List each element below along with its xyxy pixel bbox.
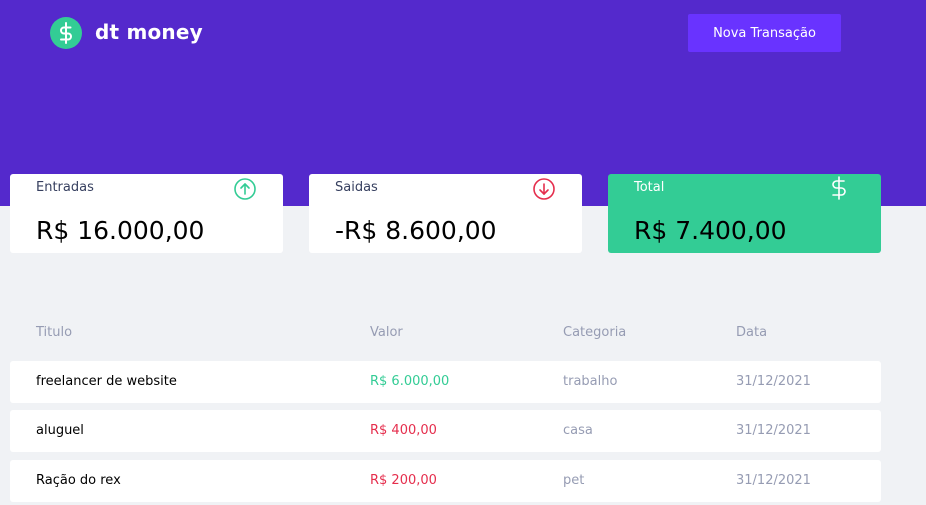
income-value: R$ 16.000,00 xyxy=(36,216,205,245)
column-header-category: Categoria xyxy=(563,325,627,340)
income-label: Entradas xyxy=(36,180,94,195)
dollar-sign-icon xyxy=(60,22,72,44)
new-transaction-button[interactable]: Nova Transação xyxy=(688,14,841,52)
transaction-amount: R$ 200,00 xyxy=(370,473,437,488)
outcome-card: Saidas -R$ 8.600,00 xyxy=(309,174,582,253)
transaction-date: 31/12/2021 xyxy=(736,374,811,389)
outcome-label: Saidas xyxy=(335,180,378,195)
transaction-title: freelancer de website xyxy=(36,374,177,389)
column-header-amount: Valor xyxy=(370,325,403,340)
outcome-value: -R$ 8.600,00 xyxy=(335,216,497,245)
logo-text: dt money xyxy=(95,20,203,44)
transaction-amount: R$ 400,00 xyxy=(370,423,437,438)
transaction-date: 31/12/2021 xyxy=(736,473,811,488)
table-row[interactable]: Ração do rex R$ 200,00 pet 31/12/2021 xyxy=(10,460,881,502)
dollar-sign-icon xyxy=(832,176,846,200)
transaction-title: Ração do rex xyxy=(36,473,121,488)
column-header-date: Data xyxy=(736,325,768,340)
transaction-category: pet xyxy=(563,473,585,488)
table-row[interactable]: freelancer de website R$ 6.000,00 trabal… xyxy=(10,361,881,403)
transaction-category: casa xyxy=(563,423,593,438)
logo-icon xyxy=(50,17,82,49)
transaction-category: trabalho xyxy=(563,374,618,389)
column-header-title: Titulo xyxy=(36,325,73,340)
transaction-amount: R$ 6.000,00 xyxy=(370,374,450,389)
transaction-title: aluguel xyxy=(36,423,84,438)
arrow-down-circle-icon xyxy=(533,178,555,200)
income-card: Entradas R$ 16.000,00 xyxy=(10,174,283,253)
table-row[interactable]: aluguel R$ 400,00 casa 31/12/2021 xyxy=(10,410,881,452)
transaction-date: 31/12/2021 xyxy=(736,423,811,438)
total-value: R$ 7.400,00 xyxy=(634,216,787,245)
arrow-up-circle-icon xyxy=(234,178,256,200)
total-card: Total R$ 7.400,00 xyxy=(608,174,881,253)
total-label: Total xyxy=(634,180,665,195)
